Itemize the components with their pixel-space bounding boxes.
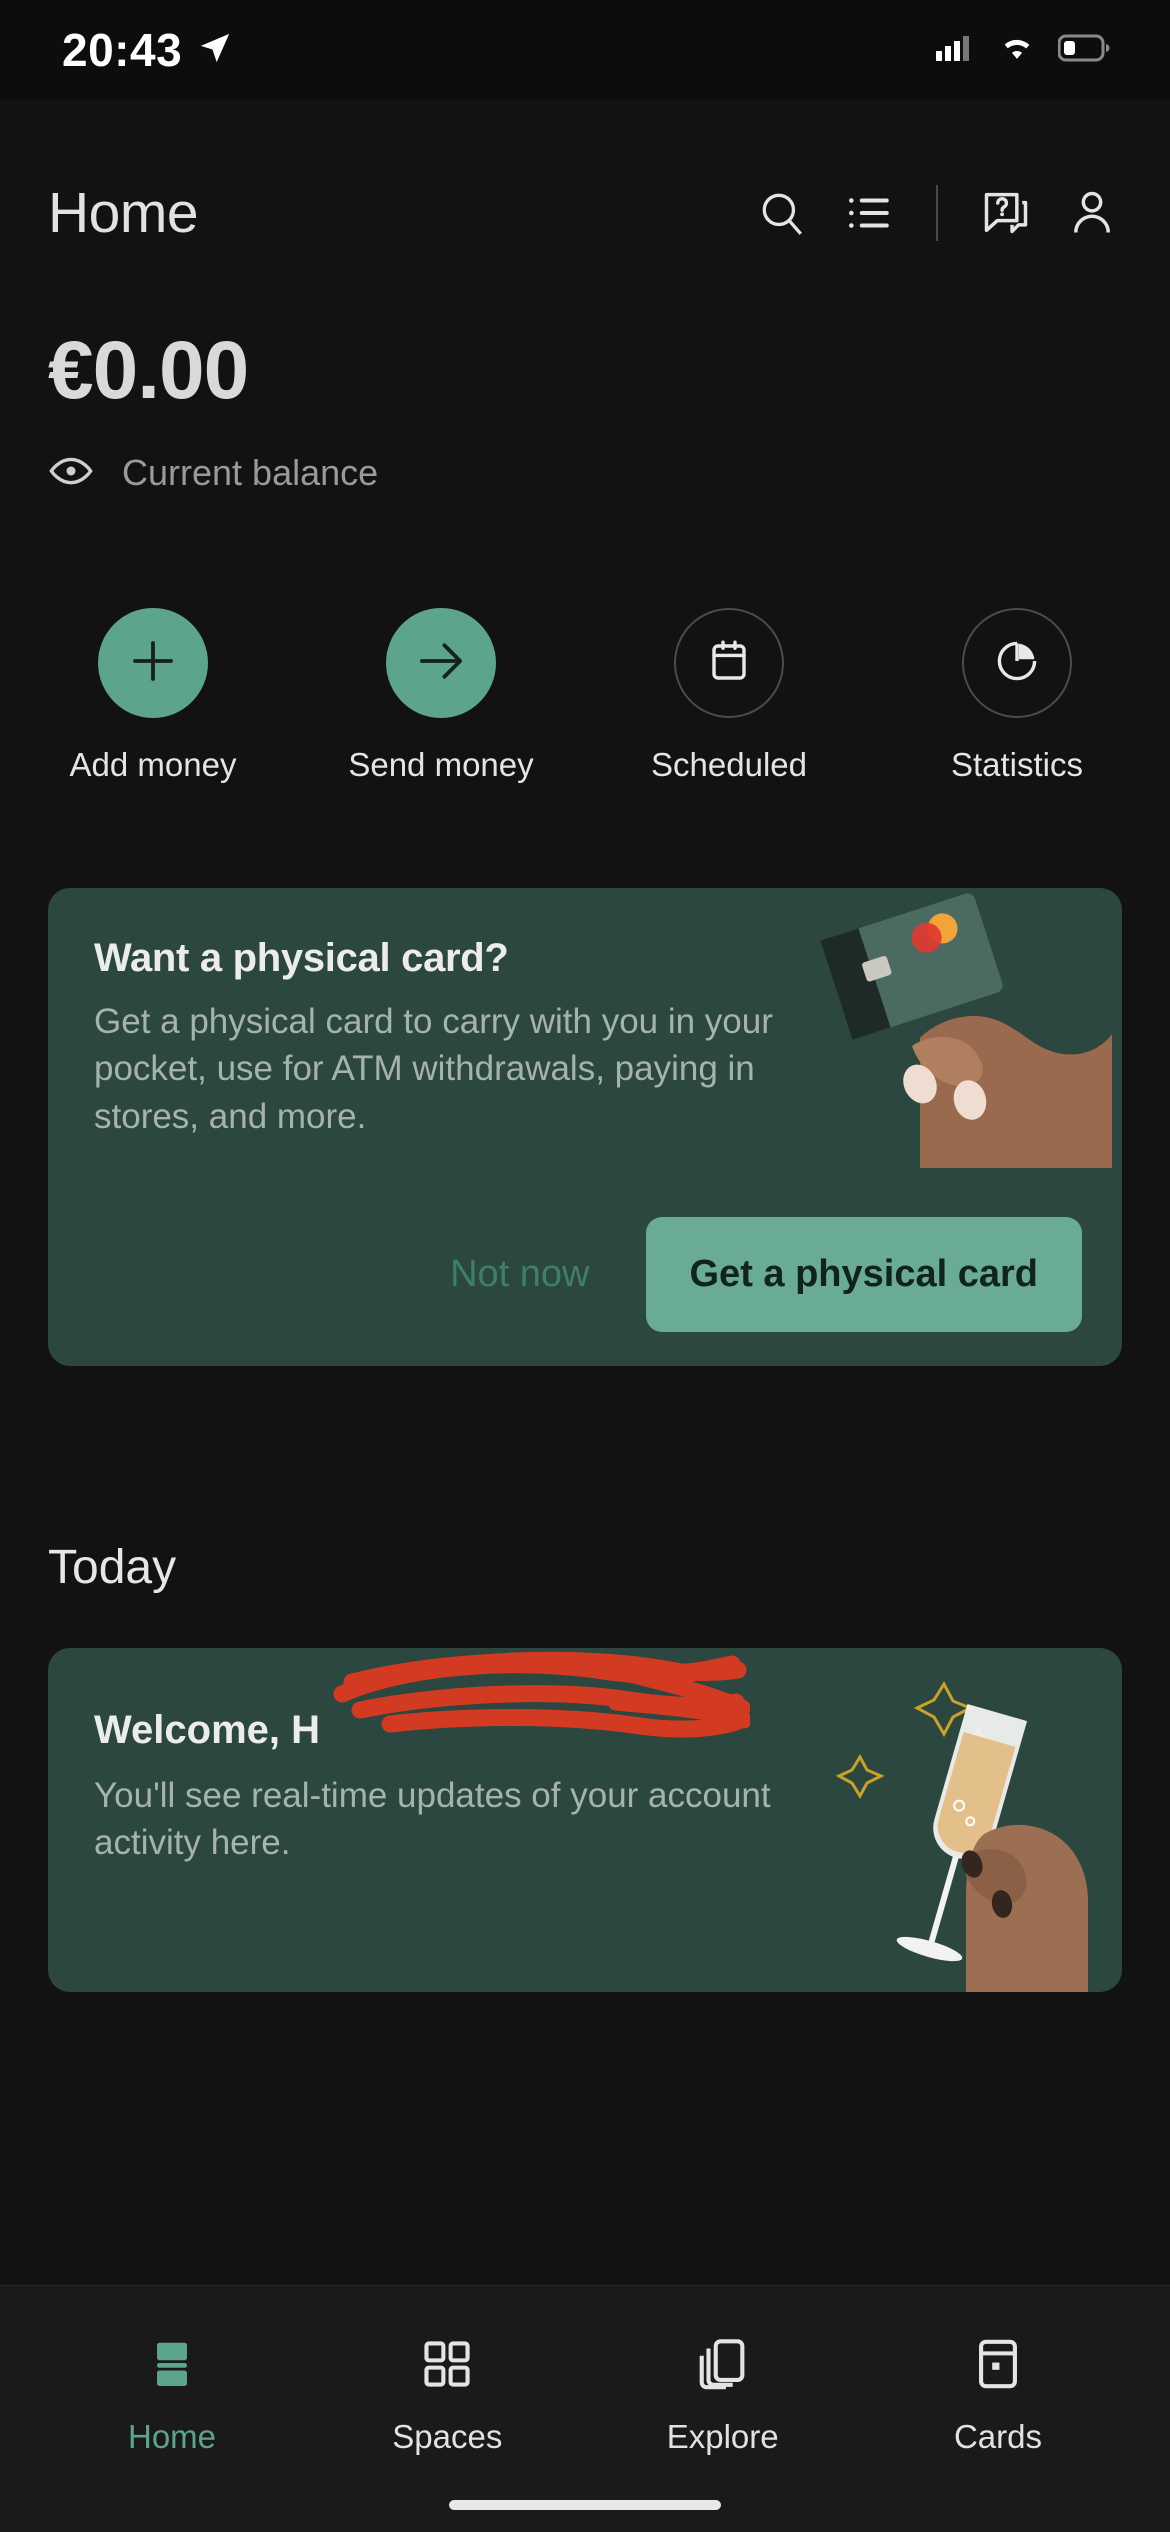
quick-action-label: Send money: [348, 746, 534, 783]
add-money-circle[interactable]: [98, 608, 208, 718]
quick-action-statistics[interactable]: Statistics: [922, 608, 1112, 784]
send-money-circle[interactable]: [386, 608, 496, 718]
list-icon[interactable]: [840, 185, 896, 241]
location-arrow-icon: [198, 31, 232, 70]
arrow-right-icon: [414, 634, 468, 693]
page-title: Home: [48, 181, 199, 245]
statistics-circle[interactable]: [962, 608, 1072, 718]
balance-label: Current balance: [122, 452, 379, 493]
status-bar-left: 20:43: [62, 23, 232, 77]
scheduled-circle[interactable]: [674, 608, 784, 718]
balance-toggle[interactable]: Current balance: [48, 452, 378, 494]
cellular-signal-icon: [936, 33, 976, 68]
nav-label: Cards: [953, 2418, 1042, 2455]
promo-title: Want a physical card?: [94, 936, 509, 980]
get-physical-card-button[interactable]: Get a physical card: [645, 1217, 1082, 1332]
nav-item-explore[interactable]: Explore: [603, 2328, 843, 2456]
balance-section: €0.00 Current balance: [48, 330, 378, 494]
pie-chart-icon: [993, 637, 1041, 690]
bottom-navigation: Home Spaces Explore Cards: [0, 2285, 1170, 2532]
quick-action-send-money[interactable]: Send money: [346, 608, 536, 784]
app-header: Home: [0, 168, 1170, 258]
help-chat-icon[interactable]: [978, 185, 1034, 241]
search-icon[interactable]: [754, 185, 810, 241]
home-indicator: [449, 2500, 721, 2510]
header-divider: [936, 185, 938, 241]
nav-label: Home: [127, 2418, 217, 2455]
calendar-icon: [705, 637, 753, 690]
eye-icon[interactable]: [48, 456, 94, 491]
quick-action-label: Statistics: [950, 746, 1084, 783]
header-actions: [754, 185, 1120, 241]
profile-icon[interactable]: [1064, 185, 1120, 241]
nav-item-cards[interactable]: Cards: [878, 2328, 1118, 2456]
not-now-button[interactable]: Not now: [394, 1253, 645, 1296]
welcome-title: Welcome, H: [94, 1708, 320, 1752]
nav-label: Spaces: [392, 2418, 503, 2455]
quick-action-label: Add money: [69, 746, 237, 783]
app-screen: 20:43 Home €0.00 Current balance Add mon…: [0, 0, 1170, 2532]
quick-action-label: Scheduled: [651, 746, 807, 783]
balance-amount: €0.00: [48, 325, 249, 416]
today-section-title: Today: [48, 1541, 177, 1594]
promo-actions: Not now Get a physical card: [394, 1217, 1082, 1332]
quick-actions-row: Add money Send money Scheduled Statistic…: [0, 608, 1170, 784]
grid-squares-icon: [418, 2328, 476, 2400]
nav-item-home[interactable]: Home: [52, 2328, 292, 2456]
hand-holding-champagne-glass-image: [816, 1648, 1116, 1992]
nav-label: Explore: [666, 2418, 779, 2455]
nav-item-spaces[interactable]: Spaces: [327, 2328, 567, 2456]
welcome-card[interactable]: Welcome, H You'll see real-time updates …: [48, 1648, 1122, 1992]
physical-card-promo[interactable]: Want a physical card? Get a physical car…: [48, 888, 1122, 1366]
wifi-icon: [996, 33, 1038, 68]
stacked-cards-icon: [694, 2328, 752, 2400]
status-bar-right: [936, 33, 1112, 68]
home-bars-icon: [142, 2328, 202, 2400]
status-time: 20:43: [62, 24, 183, 76]
status-bar: 20:43: [0, 0, 1170, 100]
hand-holding-card-image: [792, 888, 1122, 1178]
quick-action-scheduled[interactable]: Scheduled: [634, 608, 824, 784]
plus-icon: [126, 634, 180, 693]
welcome-body: You'll see real-time updates of your acc…: [94, 1776, 771, 1863]
battery-low-icon: [1057, 34, 1112, 67]
quick-action-add-money[interactable]: Add money: [58, 608, 248, 784]
promo-body: Get a physical card to carry with you in…: [94, 1002, 773, 1136]
card-icon: [969, 2328, 1027, 2400]
